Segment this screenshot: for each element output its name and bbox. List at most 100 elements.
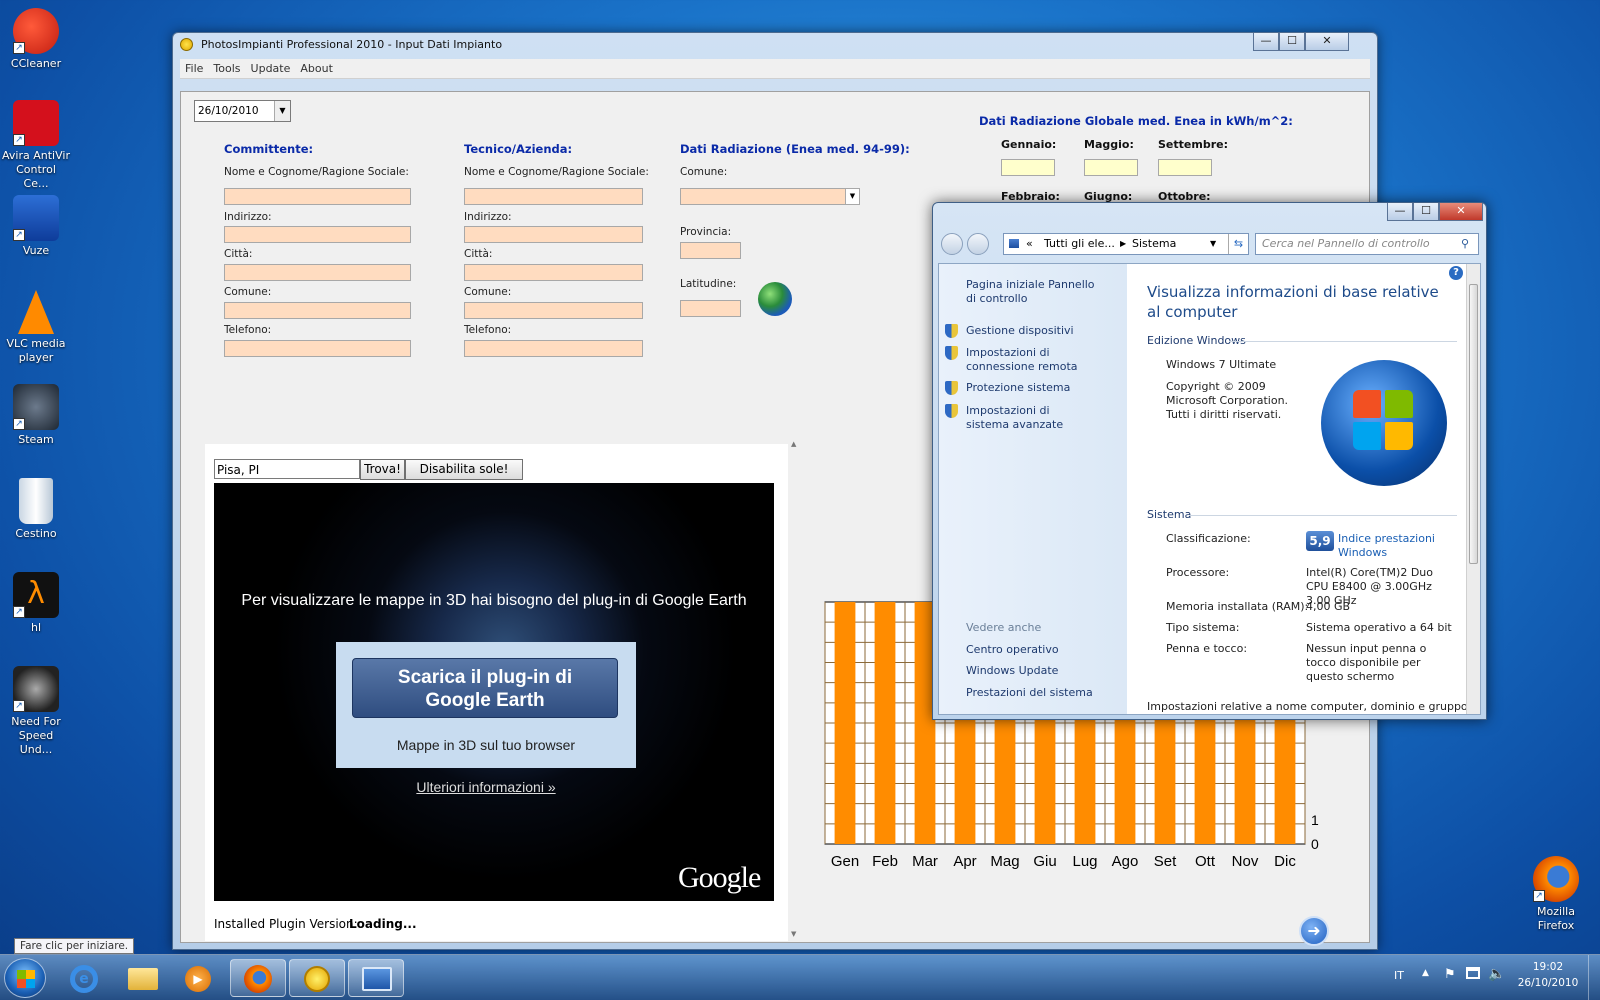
minimize-button[interactable]: — xyxy=(1253,33,1279,51)
network-icon[interactable] xyxy=(1466,967,1480,979)
breadcrumb-overflow[interactable]: « xyxy=(1026,234,1033,254)
committente-name-label: Nome e Cognome/Ragione Sociale: xyxy=(224,166,409,178)
performance-index-link[interactable]: Indice prestazioni Windows xyxy=(1338,532,1458,560)
earth-viewport[interactable]: Per visualizzare le mappe in 3D hai biso… xyxy=(214,483,774,901)
system-content: Pagina iniziale Pannello di controllo Ge… xyxy=(938,263,1481,715)
desktop-icon-vlc[interactable]: VLC media player xyxy=(2,290,70,365)
provincia-input[interactable] xyxy=(680,242,741,259)
committente-comune-input[interactable] xyxy=(224,302,411,319)
taskbar-photosimpianti[interactable] xyxy=(289,959,345,997)
search-icon: ⚲ xyxy=(1461,237,1470,250)
vuze-icon: ↗ xyxy=(13,195,59,241)
desktop-icon-hl[interactable]: λ ↗ hl xyxy=(2,572,70,635)
action-center-link[interactable]: Centro operativo xyxy=(966,643,1059,657)
volume-icon[interactable]: 🔈 xyxy=(1488,966,1505,982)
start-tooltip: Fare clic per iniziare. xyxy=(14,938,135,954)
taskbar-internet-explorer[interactable]: e xyxy=(56,959,112,997)
taskbar-explorer[interactable] xyxy=(115,959,171,997)
location-search-input[interactable]: Pisa, PI xyxy=(214,459,360,479)
control-panel-home-link[interactable]: Pagina iniziale Pannello di controllo xyxy=(966,278,1106,306)
vlc-cone-icon xyxy=(18,290,54,334)
desktop-icon-ccleaner[interactable]: ↗ CCleaner xyxy=(2,8,70,71)
committente-phone-input[interactable] xyxy=(224,340,411,357)
show-hidden-icons[interactable]: ▲ xyxy=(1422,968,1429,978)
desktop-icon-steam[interactable]: ↗ Steam xyxy=(2,384,70,447)
close-button[interactable]: ✕ xyxy=(1305,33,1349,51)
desktop-icon-label: Vuze xyxy=(22,244,50,257)
y-tick-label: 0 xyxy=(1311,836,1319,852)
sys-minimize-button[interactable]: — xyxy=(1387,203,1413,221)
tecnico-comune-input[interactable] xyxy=(464,302,643,319)
maggio-input[interactable] xyxy=(1084,159,1138,176)
tecnico-address-input[interactable] xyxy=(464,226,643,243)
gennaio-input[interactable] xyxy=(1001,159,1055,176)
date-picker[interactable]: 26/10/2010 ▼ xyxy=(194,100,291,122)
maximize-button[interactable]: ☐ xyxy=(1279,33,1305,51)
committente-address-input[interactable] xyxy=(224,226,411,243)
chevron-down-icon[interactable]: ▼ xyxy=(1210,234,1216,254)
taskbar-firefox[interactable] xyxy=(230,959,286,997)
next-arrow-icon[interactable]: ➜ xyxy=(1299,916,1329,946)
download-plugin-button[interactable]: Scarica il plug-in di Google Earth xyxy=(352,658,618,718)
clock-date[interactable]: 26/10/2010 xyxy=(1516,977,1580,989)
desktop-icon-avira[interactable]: ↗ Avira AntiVir Control Ce... xyxy=(2,100,70,191)
taskbar-media-player[interactable]: ▶ xyxy=(171,959,227,997)
clock-time[interactable]: 19:02 xyxy=(1520,961,1576,973)
map-scroll-up-icon[interactable]: ▲ xyxy=(791,440,796,448)
disable-sun-button[interactable]: Disabilita sole! xyxy=(405,459,523,480)
taskbar-control-panel[interactable] xyxy=(348,959,404,997)
back-button[interactable] xyxy=(941,233,963,255)
media-player-icon: ▶ xyxy=(185,966,211,992)
x-tick-label: Set xyxy=(1154,853,1177,870)
globe-icon[interactable] xyxy=(758,282,792,316)
help-icon[interactable]: ? xyxy=(1449,266,1463,280)
desktop-icon-nfs[interactable]: ↗ Need For Speed Und... xyxy=(2,666,70,757)
settembre-input[interactable] xyxy=(1158,159,1212,176)
desktop-icon-vuze[interactable]: ↗ Vuze xyxy=(2,195,70,258)
y-tick-label: 1 xyxy=(1311,812,1319,828)
windows-update-link[interactable]: Windows Update xyxy=(966,664,1058,678)
menu-tools[interactable]: Tools xyxy=(208,59,245,79)
address-bar[interactable]: « Tutti gli ele... ▶ Sistema ▼ ⇆ xyxy=(1003,233,1249,255)
start-button[interactable] xyxy=(4,958,46,998)
desktop-icon-cestino[interactable]: Cestino xyxy=(2,478,70,541)
latitudine-input[interactable] xyxy=(680,300,741,317)
committente-name-input[interactable] xyxy=(224,188,411,205)
refresh-icon[interactable]: ⇆ xyxy=(1228,234,1248,254)
advanced-settings-link[interactable]: Impostazioni di sistema avanzate xyxy=(966,404,1096,432)
language-indicator[interactable]: IT xyxy=(1394,969,1404,982)
window-title: PhotosImpianti Professional 2010 - Input… xyxy=(201,38,503,51)
more-info-link[interactable]: Ulteriori informazioni » xyxy=(214,779,758,795)
sys-maximize-button[interactable]: ☐ xyxy=(1413,203,1439,221)
breadcrumb-all-items[interactable]: Tutti gli ele... xyxy=(1044,234,1115,254)
tecnico-phone-label: Telefono: xyxy=(464,324,512,336)
menu-update[interactable]: Update xyxy=(246,59,296,79)
comune-select[interactable]: ▼ xyxy=(680,188,860,205)
show-desktop-button[interactable] xyxy=(1588,955,1600,1000)
map-scroll-down-icon[interactable]: ▼ xyxy=(791,930,796,938)
vertical-scrollbar[interactable] xyxy=(1466,264,1480,714)
action-center-flag-icon[interactable]: ⚑ xyxy=(1444,967,1456,982)
control-panel-icon xyxy=(1008,238,1020,249)
tecnico-city-input[interactable] xyxy=(464,264,643,281)
sys-close-button[interactable]: ✕ xyxy=(1439,203,1483,221)
steam-icon: ↗ xyxy=(13,384,59,430)
menu-about[interactable]: About xyxy=(295,59,338,79)
committente-city-input[interactable] xyxy=(224,264,411,281)
tecnico-phone-input[interactable] xyxy=(464,340,643,357)
tecnico-name-input[interactable] xyxy=(464,188,643,205)
desktop-icon-firefox[interactable]: ↗ Mozilla Firefox xyxy=(1522,856,1590,933)
desktop-icon-label: Steam xyxy=(18,433,54,446)
ram-key: Memoria installata (RAM): xyxy=(1166,600,1309,613)
remote-settings-link[interactable]: Impostazioni di connessione remota xyxy=(966,346,1116,374)
device-manager-link[interactable]: Gestione dispositivi xyxy=(966,324,1074,338)
find-button[interactable]: Trova! xyxy=(360,459,405,480)
menu-file[interactable]: File xyxy=(180,59,208,79)
forward-button[interactable] xyxy=(967,233,989,255)
system-protection-link[interactable]: Protezione sistema xyxy=(966,381,1070,395)
shield-icon xyxy=(945,404,958,418)
radiazione-title: Dati Radiazione (Enea med. 94-99): xyxy=(680,142,910,156)
control-panel-search[interactable]: Cerca nel Pannello di controllo xyxy=(1255,233,1479,255)
performance-link[interactable]: Prestazioni del sistema xyxy=(966,686,1093,700)
breadcrumb-sistema[interactable]: Sistema xyxy=(1132,234,1176,254)
